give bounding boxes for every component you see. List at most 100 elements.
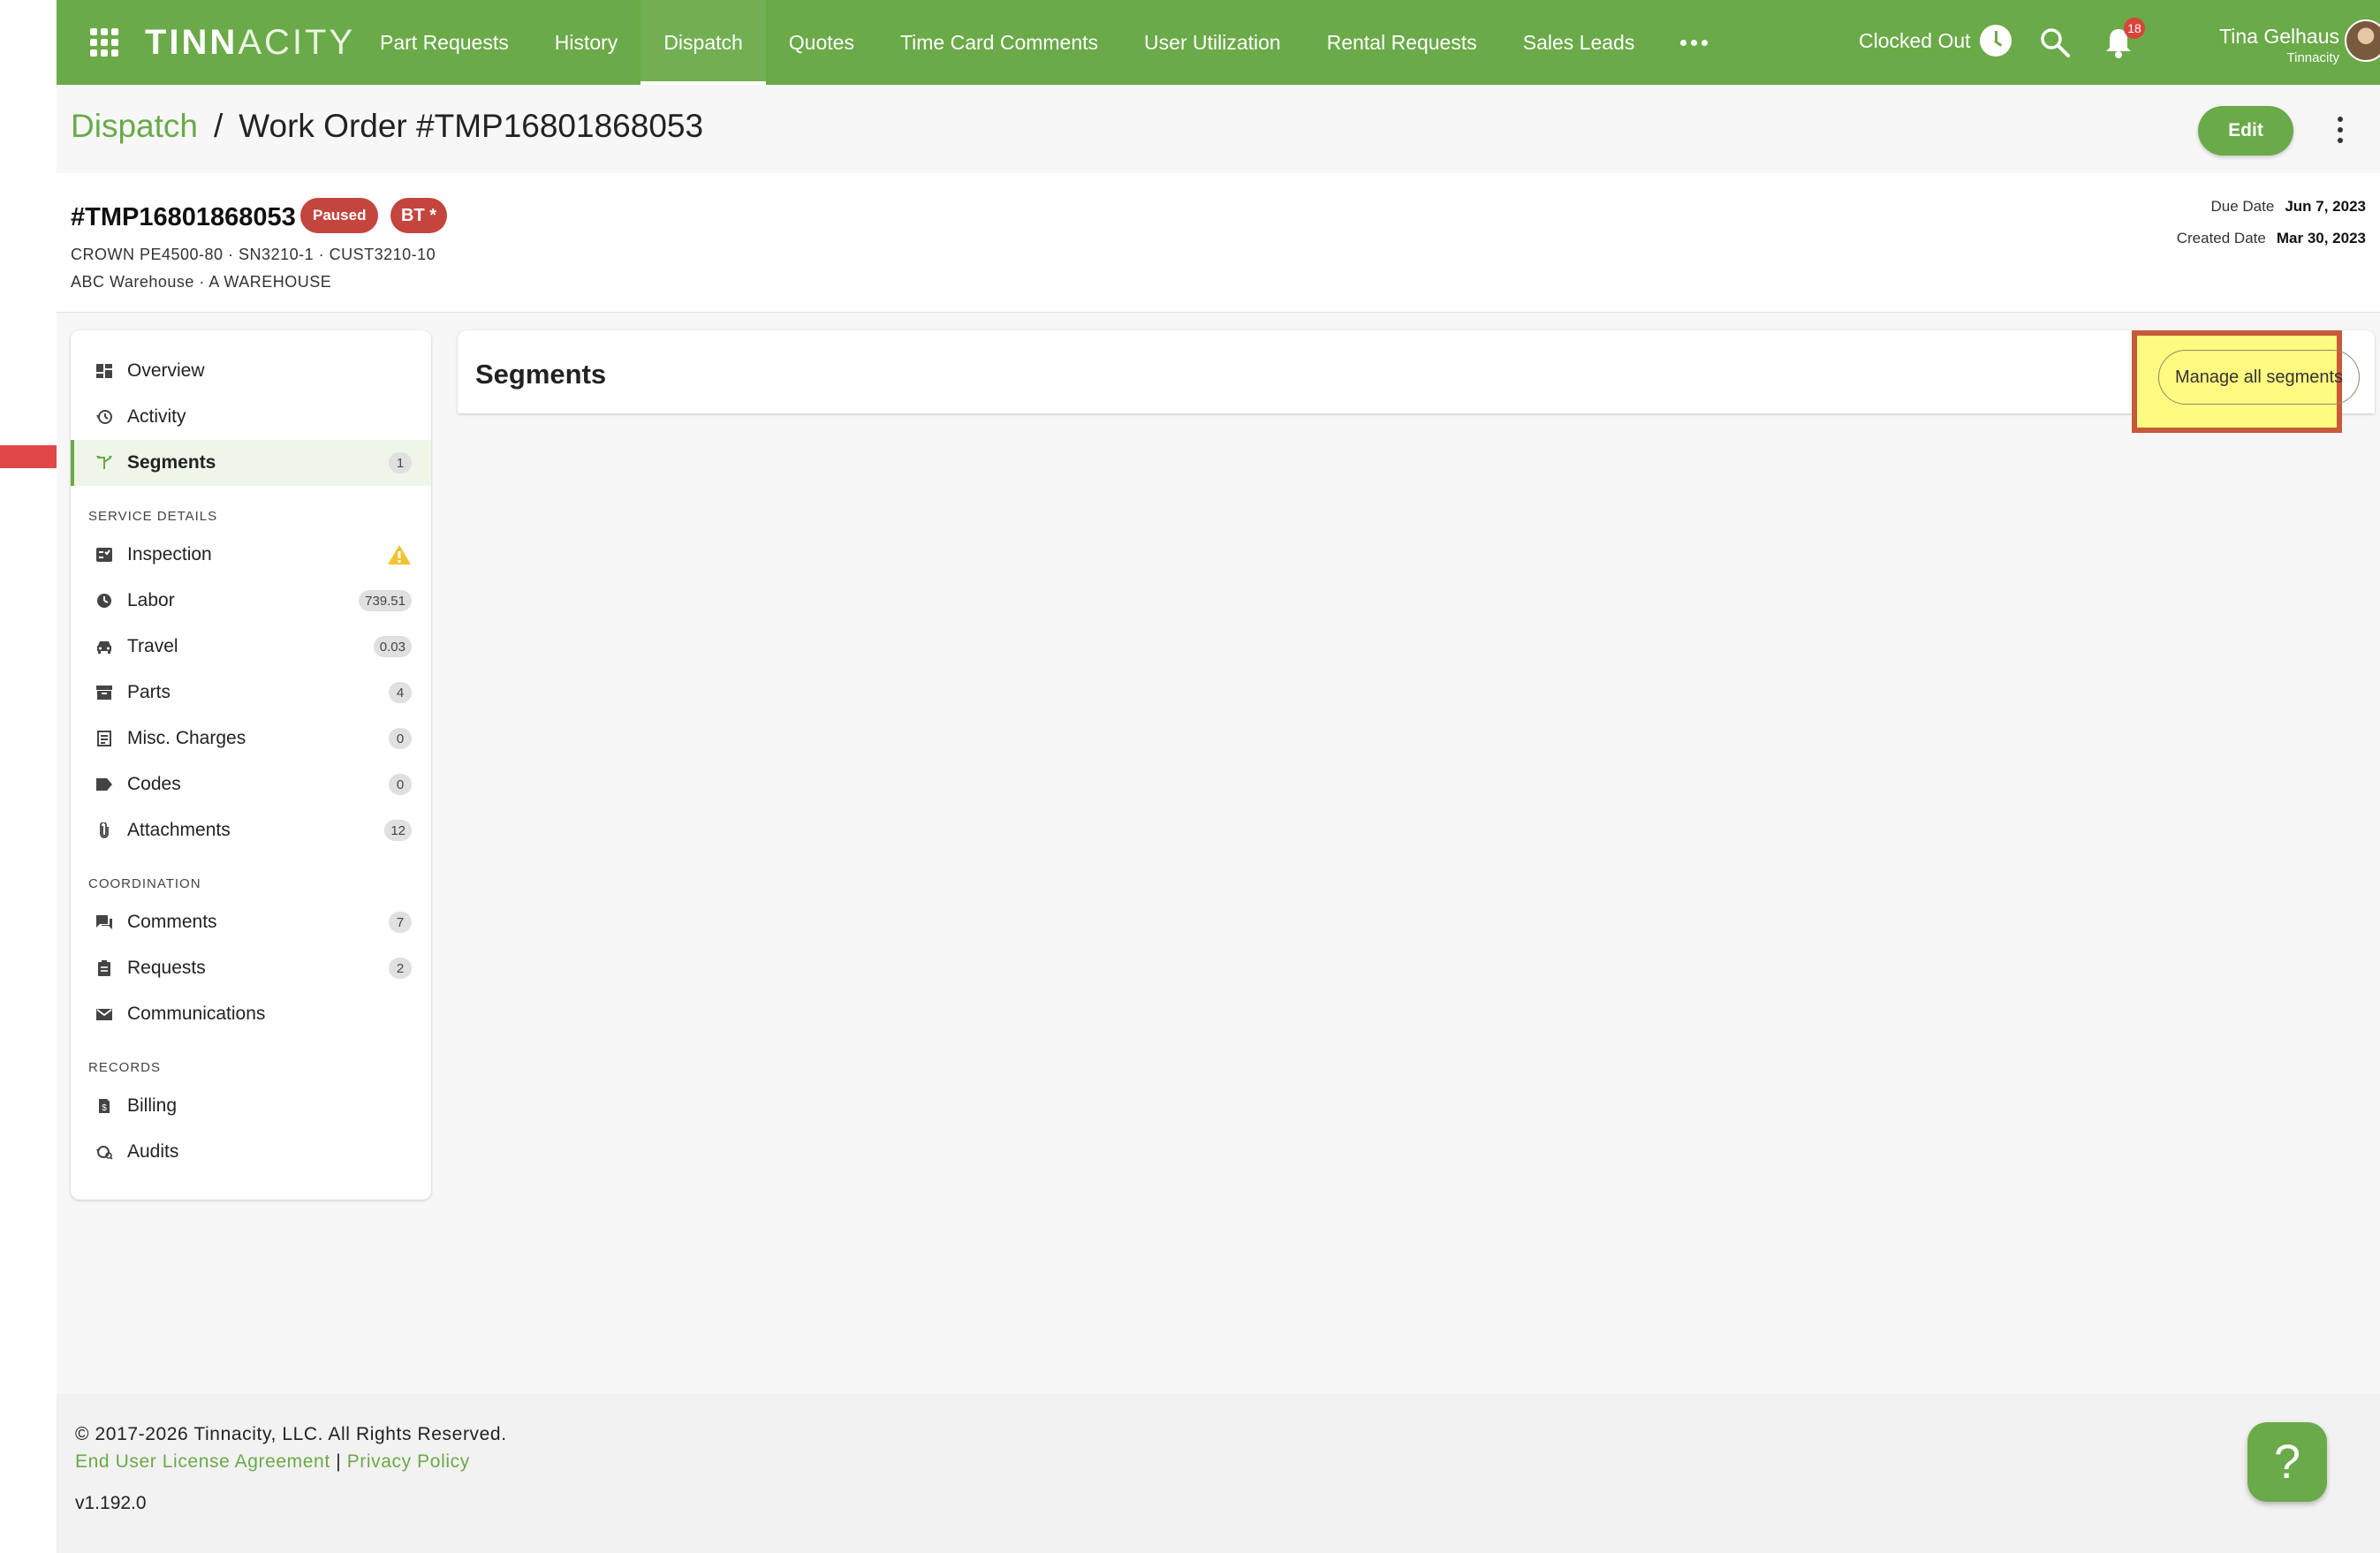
- count-badge: 12: [384, 820, 412, 841]
- count-badge: 0: [389, 728, 412, 749]
- clipboard-icon: [98, 960, 110, 976]
- sidebar-item-label: Travel: [127, 636, 178, 656]
- receipt-icon: [97, 731, 111, 746]
- sidebar: Overview Activity Segments 1 SERVICE DET…: [71, 330, 431, 1200]
- tag-badge: BT *: [390, 198, 447, 233]
- clock-icon: [97, 594, 111, 608]
- eula-link[interactable]: End User License Agreement: [75, 1451, 330, 1472]
- sidebar-item-label: Inspection: [127, 544, 212, 564]
- app-version: v1.192.0: [75, 1493, 147, 1513]
- section-records: RECORDS: [88, 1060, 162, 1075]
- sidebar-item-travel[interactable]: Travel 0.03: [71, 624, 431, 670]
- sidebar-item-communications[interactable]: Communications: [71, 991, 431, 1037]
- sidebar-item-codes[interactable]: Codes 0: [71, 761, 431, 807]
- mail-icon: [96, 1009, 112, 1020]
- segments-panel: Segments: [458, 330, 2375, 413]
- copyright: © 2017-2026 Tinnacity, LLC. All Rights R…: [75, 1424, 507, 1444]
- user-org: Tinnacity: [2286, 50, 2339, 65]
- sidebar-item-label: Codes: [127, 774, 181, 794]
- car-icon: [97, 641, 111, 654]
- nav-time-card-comments[interactable]: Time Card Comments: [877, 0, 1121, 85]
- notification-badge: 18: [2124, 18, 2145, 39]
- manage-all-segments-button[interactable]: Manage all segments: [2158, 350, 2360, 405]
- breadcrumb-separator: /: [213, 108, 224, 144]
- top-bar: TINNACITY Part Requests History Dispatch…: [57, 0, 2380, 85]
- sidebar-item-labor[interactable]: Labor 739.51: [71, 578, 431, 624]
- archive-icon: [96, 686, 112, 700]
- sidebar-item-requests[interactable]: Requests 2: [71, 945, 431, 991]
- sidebar-item-activity[interactable]: Activity: [71, 394, 431, 440]
- sidebar-item-label: Comments: [127, 912, 217, 932]
- privacy-policy-link[interactable]: Privacy Policy: [347, 1451, 470, 1472]
- count-badge: 0: [389, 774, 412, 795]
- main-nav: Part Requests History Dispatch Quotes Ti…: [357, 0, 1731, 85]
- avatar[interactable]: [2345, 19, 2380, 62]
- clock-status[interactable]: Clocked Out: [1859, 25, 2012, 57]
- count-badge: 0.03: [373, 636, 412, 657]
- sidebar-item-inspection[interactable]: Inspection: [71, 532, 431, 578]
- sidebar-item-label: Parts: [127, 682, 171, 702]
- nav-part-requests[interactable]: Part Requests: [357, 0, 532, 85]
- due-date-row: Due Date Jun 7, 2023: [2210, 198, 2367, 215]
- more-horizontal-icon: [1680, 39, 1709, 46]
- user-menu[interactable]: Tina Gelhaus Tinnacity: [2172, 25, 2339, 65]
- sidebar-item-audits[interactable]: Audits: [71, 1129, 431, 1175]
- warning-icon: [388, 545, 411, 564]
- sidebar-item-label: Billing: [127, 1095, 178, 1116]
- count-badge: 7: [389, 912, 412, 933]
- nav-quotes[interactable]: Quotes: [766, 0, 877, 85]
- sidebar-item-label: Communications: [127, 1004, 266, 1024]
- comments-icon: [96, 915, 112, 929]
- nav-history[interactable]: History: [532, 0, 641, 85]
- count-badge: 2: [389, 958, 412, 979]
- equipment-line: CROWN PE4500-80 · SN3210-1 · CUST3210-10: [71, 246, 436, 263]
- segments-icon: [96, 456, 112, 469]
- sidebar-item-label: Segments: [127, 452, 216, 473]
- footer-divider: |: [336, 1451, 342, 1472]
- edit-button[interactable]: Edit: [2198, 106, 2293, 155]
- user-name: Tina Gelhaus: [2219, 25, 2339, 48]
- count-badge: 4: [389, 682, 412, 703]
- nav-sales-leads[interactable]: Sales Leads: [1500, 0, 1658, 85]
- nav-rental-requests[interactable]: Rental Requests: [1304, 0, 1500, 85]
- search-icon[interactable]: [2039, 27, 2071, 58]
- clock-status-label: Clocked Out: [1859, 28, 1971, 52]
- sidebar-item-billing[interactable]: $ Billing: [71, 1083, 431, 1129]
- sidebar-item-label: Misc. Charges: [127, 728, 246, 748]
- section-service-details: SERVICE DETAILS: [88, 509, 218, 524]
- status-badge: Paused: [300, 198, 379, 233]
- breadcrumb: Dispatch / Work Order #TMP16801868053: [71, 108, 703, 145]
- sidebar-item-label: Audits: [127, 1141, 179, 1162]
- sidebar-item-attachments[interactable]: Attachments 12: [71, 807, 431, 853]
- count-badge: 1: [389, 452, 412, 473]
- history-icon: [96, 410, 112, 424]
- location-line: ABC Warehouse · A WAREHOUSE: [71, 273, 332, 291]
- nav-more[interactable]: [1657, 0, 1731, 85]
- apps-grid-icon[interactable]: [90, 28, 118, 57]
- sidebar-item-overview[interactable]: Overview: [71, 348, 431, 394]
- clock-icon: [1979, 25, 2012, 57]
- created-date-row: Created Date Mar 30, 2023: [2176, 230, 2366, 246]
- work-order-id: #TMP16801868053: [71, 203, 296, 231]
- sidebar-item-label: Attachments: [127, 820, 231, 840]
- audit-icon: [96, 1146, 113, 1160]
- nav-dispatch[interactable]: Dispatch: [640, 0, 767, 85]
- breadcrumb-dispatch-link[interactable]: Dispatch: [71, 108, 198, 145]
- help-button[interactable]: ?: [2247, 1422, 2327, 1502]
- sidebar-item-misc-charges[interactable]: Misc. Charges 0: [71, 716, 431, 761]
- sidebar-item-segments[interactable]: Segments 1: [71, 440, 431, 486]
- sidebar-item-comments[interactable]: Comments 7: [71, 899, 431, 945]
- checklist-icon: [96, 548, 112, 562]
- more-vertical-icon[interactable]: [2336, 117, 2345, 143]
- svg-text:$: $: [102, 1103, 107, 1113]
- sidebar-item-parts[interactable]: Parts 4: [71, 670, 431, 716]
- page-title: Work Order #TMP16801868053: [239, 108, 704, 144]
- count-badge: 739.51: [359, 590, 412, 611]
- sidebar-item-label: Requests: [127, 958, 206, 978]
- app-frame: TINNACITY Part Requests History Dispatch…: [57, 0, 2380, 1553]
- tag-icon: [96, 778, 112, 791]
- nav-user-utilization[interactable]: User Utilization: [1121, 0, 1304, 85]
- dates: Due Date Jun 7, 2023 Created Date Mar 30, …: [2177, 198, 2366, 261]
- footer-links: End User License Agreement | Privacy Pol…: [75, 1451, 470, 1473]
- logo[interactable]: TINNACITY: [145, 23, 355, 63]
